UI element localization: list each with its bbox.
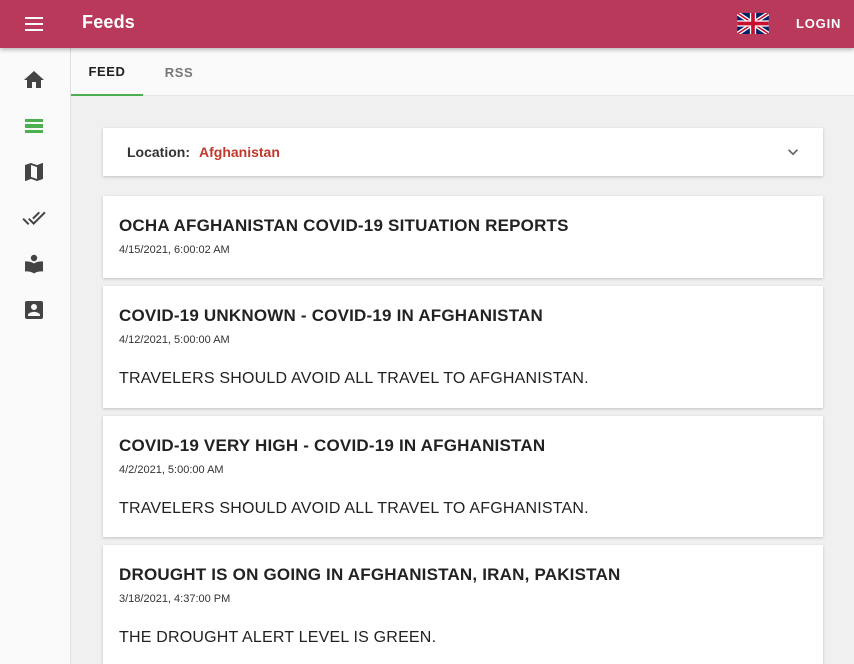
contact-icon[interactable] <box>22 298 46 322</box>
feed-item-date: 4/12/2021, 5:00:00 AM <box>119 334 230 346</box>
chevron-down-icon[interactable] <box>783 142 803 162</box>
book-reader-icon[interactable] <box>22 252 46 276</box>
feed-icon[interactable] <box>22 114 46 138</box>
feed-item-date: 3/18/2021, 4:37:00 PM <box>119 593 231 605</box>
feed-item-title: COVID-19 VERY HIGH - COVID-19 IN AFGHANI… <box>119 436 546 455</box>
uk-flag-icon[interactable] <box>737 13 769 34</box>
feed-item[interactable]: OCHA AFGHANISTAN COVID-19 SITUATION REPO… <box>103 196 823 278</box>
feed-item-description: TRAVELERS SHOULD AVOID ALL TRAVEL TO AFG… <box>119 370 589 387</box>
feed-item-date: 4/2/2021, 5:00:00 AM <box>119 464 224 476</box>
sidebar <box>0 48 71 664</box>
feed-item[interactable]: COVID-19 VERY HIGH - COVID-19 IN AFGHANI… <box>103 416 823 537</box>
app-title: Feeds <box>82 12 136 32</box>
tab-rss[interactable]: RSS <box>143 48 215 96</box>
done-all-icon[interactable] <box>22 206 46 230</box>
feed-item-title: OCHA AFGHANISTAN COVID-19 SITUATION REPO… <box>119 216 569 235</box>
app-bar: Feeds LOGIN <box>0 0 854 48</box>
login-button[interactable]: LOGIN <box>796 16 841 31</box>
menu-icon[interactable] <box>22 14 46 34</box>
location-select[interactable]: Location: Afghanistan <box>103 128 823 176</box>
feed-item-title: COVID-19 UNKNOWN - COVID-19 IN AFGHANIST… <box>119 306 543 325</box>
tab-bar: FEED RSS <box>71 48 854 96</box>
feed-item-description: TRAVELERS SHOULD AVOID ALL TRAVEL TO AFG… <box>119 500 589 517</box>
feed-item-title: DROUGHT IS ON GOING IN AFGHANISTAN, IRAN… <box>119 565 621 584</box>
location-value: Afghanistan <box>199 144 280 160</box>
location-label: Location: <box>127 144 190 160</box>
map-icon[interactable] <box>22 160 46 184</box>
feed-item[interactable]: DROUGHT IS ON GOING IN AFGHANISTAN, IRAN… <box>103 545 823 664</box>
feed-item-date: 4/15/2021, 6:00:02 AM <box>119 244 230 256</box>
feed-item-description: THE DROUGHT ALERT LEVEL IS GREEN. <box>119 629 437 646</box>
home-icon[interactable] <box>22 68 46 92</box>
tab-feed[interactable]: FEED <box>71 48 143 96</box>
feed-item[interactable]: COVID-19 UNKNOWN - COVID-19 IN AFGHANIST… <box>103 286 823 408</box>
